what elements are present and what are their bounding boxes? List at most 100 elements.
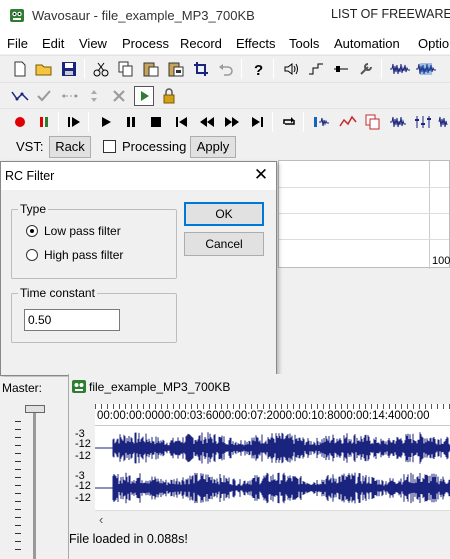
envelope-icon[interactable] [306,59,326,79]
save-icon[interactable] [59,59,79,79]
watermark-text: LIST OF FREEWARE [331,7,450,21]
close-x-icon[interactable] [109,86,129,106]
toolbar-separator [88,112,89,132]
pause-icon[interactable] [121,112,141,132]
low-pass-radio[interactable] [26,225,38,237]
panel-divider [429,161,430,269]
radio-selected-dot [30,229,34,233]
panel-value: 100 [432,255,450,267]
timeline-ruler[interactable]: 00:00:00:0000:00:03:6000:00:07:2000:00:1… [95,404,450,426]
menu-effects[interactable]: Effects [236,36,276,51]
horizontal-scrollbar[interactable]: ‹ [95,510,450,528]
master-scale-ticks [15,421,21,556]
menu-file[interactable]: File [7,36,28,51]
vst-bar: VST: Rack Processing Apply [0,133,450,161]
spectrum-icon[interactable] [312,112,332,132]
rack-button[interactable]: Rack [49,136,91,158]
paste-icon[interactable] [141,59,161,79]
new-file-icon[interactable] [10,59,30,79]
menu-automation[interactable]: Automation [334,36,400,51]
menu-options[interactable]: Optio [418,36,449,51]
time-constant-groupbox: Time constant [11,286,177,343]
updown-icon[interactable] [84,86,104,106]
time-constant-label: Time constant [18,286,97,300]
stop-icon[interactable] [146,112,166,132]
time-constant-input[interactable] [24,309,120,331]
cut-icon[interactable] [91,59,111,79]
channel-tick: -12 [75,438,91,450]
processing-checkbox[interactable] [103,140,116,153]
pause-record-icon[interactable] [34,112,54,132]
graph-icon[interactable] [338,112,358,132]
toolbar-separator [58,112,59,132]
copy-icon[interactable] [116,59,136,79]
waveform-channel [112,472,450,504]
menu-record[interactable]: Record [180,36,222,51]
channel-scale: -3 -12 -12 -3 -12 -12 [69,404,95,528]
dialog-title-bar: RC Filter ✕ [1,162,276,190]
menu-process[interactable]: Process [122,36,169,51]
help-icon[interactable]: ? [248,59,268,79]
waveform-icon[interactable] [388,112,408,132]
play-from-start-icon[interactable] [64,112,84,132]
dialog-title: RC Filter [5,169,55,183]
apply-button[interactable]: Apply [190,136,236,158]
menu-tools[interactable]: Tools [289,36,319,51]
paste-new-icon[interactable] [166,59,186,79]
toolbar-separator [303,112,304,132]
undo-icon[interactable] [216,59,236,79]
open-folder-icon[interactable] [34,59,54,79]
waveform-icon[interactable] [436,112,450,132]
waveform-channel [112,432,450,464]
timeline-labels: 00:00:00:0000:00:03:6000:00:07:2000:00:1… [97,410,430,422]
panel-row-line [279,187,449,188]
play-box-icon[interactable] [134,86,154,106]
loop-icon[interactable] [279,112,299,132]
eq-icon[interactable] [413,112,433,132]
menu-bar: File Edit View Process Record Effects To… [0,32,450,54]
check-icon[interactable] [34,86,54,106]
channel-tick: -12 [75,450,91,462]
main-toolbar: ? [0,55,450,81]
go-end-icon[interactable] [247,112,267,132]
master-strip: Master: [0,377,68,559]
lock-icon[interactable] [159,86,179,106]
close-icon[interactable]: ✕ [251,166,271,186]
audio-document-window: file_example_MP3_700KB -3 -12 -12 -3 -12… [68,374,450,559]
waveform-display[interactable] [95,426,450,510]
scroll-left-icon[interactable]: ‹ [99,512,103,527]
play-icon[interactable] [96,112,116,132]
marker-icon[interactable] [331,59,351,79]
forward-icon[interactable] [222,112,242,132]
go-start-icon[interactable] [172,112,192,132]
menu-view[interactable]: View [79,36,107,51]
rc-filter-dialog: RC Filter ✕ Type Low pass filter High pa… [0,161,277,376]
master-slider-handle[interactable] [25,405,45,413]
toolbar-separator [241,59,242,79]
svg-text:?: ? [254,62,263,77]
menu-edit[interactable]: Edit [42,36,64,51]
waveform-icon[interactable] [414,59,438,79]
toolbar-separator [272,112,273,132]
cancel-button[interactable]: Cancel [184,232,264,256]
status-text: File loaded in 0.088s! [69,532,188,546]
channel-tick: -12 [75,480,91,492]
high-pass-radio[interactable] [26,249,38,261]
document-icon [71,378,87,394]
speaker-icon[interactable] [281,59,301,79]
channel-tick: -12 [75,492,91,504]
panel-row-line [279,239,449,240]
wavosaur-app-icon [8,6,26,24]
wrench-icon[interactable] [356,59,376,79]
dotted-line-icon[interactable] [60,86,80,106]
record-icon[interactable] [10,112,30,132]
master-label: Master: [2,381,43,395]
waveform-icon[interactable] [388,59,412,79]
crop-icon[interactable] [191,59,211,79]
vst-rack-panel: 100 [278,160,450,269]
ok-button[interactable]: OK [184,202,264,226]
rewind-icon[interactable] [197,112,217,132]
copy-red-icon[interactable] [363,112,383,132]
waveform-svg [95,432,450,504]
envelope-line-icon[interactable] [10,86,30,106]
